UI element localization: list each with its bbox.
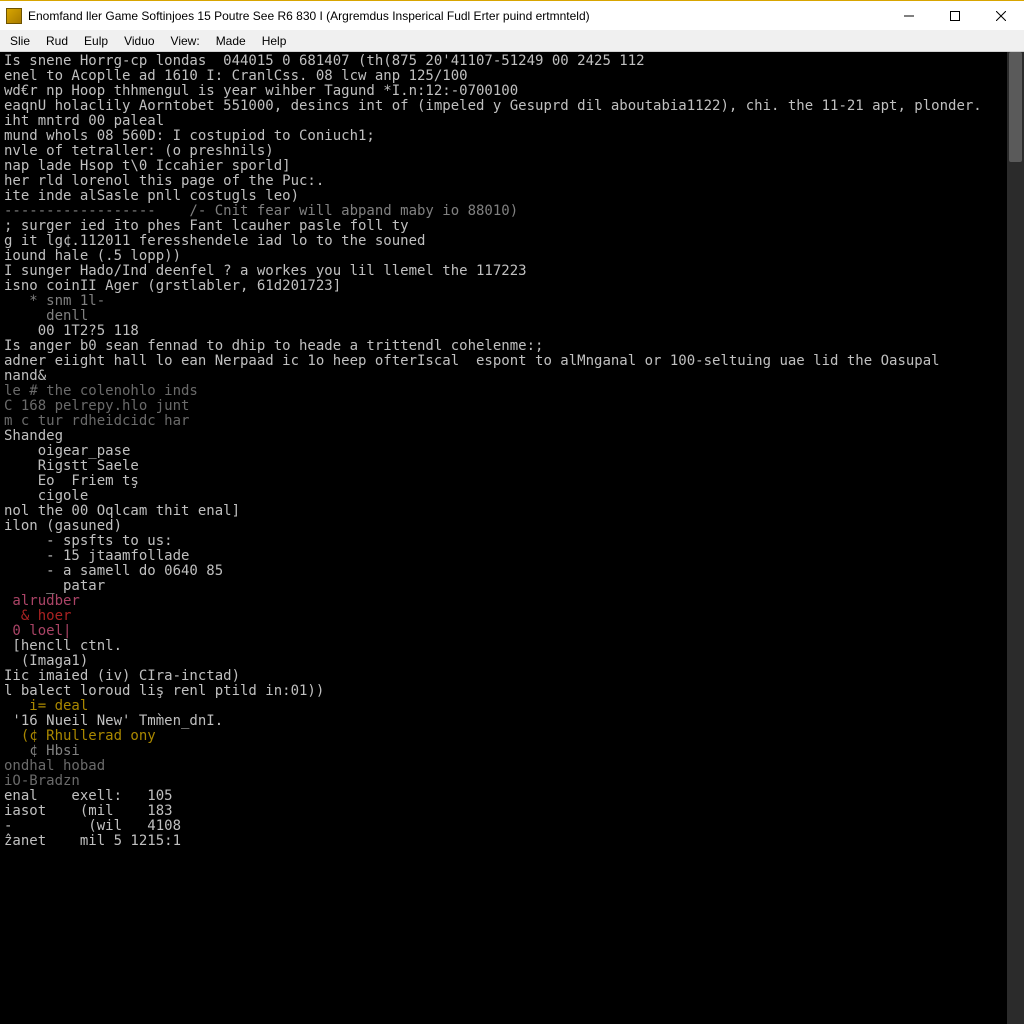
scrollbar-vertical[interactable]	[1007, 52, 1024, 1024]
minimize-icon	[904, 11, 914, 21]
terminal-line: ; surger ied īto phes Fant lcauher pasle…	[4, 219, 1020, 234]
terminal-line: le # the colenohlo inds	[4, 384, 1020, 399]
terminal-line: iasot (mil 183	[4, 804, 1020, 819]
terminal-line: - a samell do 0640 85	[4, 564, 1020, 579]
terminal-line: iht mntrd 00 paleal	[4, 114, 1020, 129]
terminal-line: ¢ Hbsi	[4, 744, 1020, 759]
terminal-line: cigole	[4, 489, 1020, 504]
terminal-line: [hencll ctnl.	[4, 639, 1020, 654]
menu-viduo[interactable]: Viduo	[116, 32, 162, 50]
terminal-line: 00 1T2?5 118	[4, 324, 1020, 339]
terminal-line: iound hale (.5 lopp))	[4, 249, 1020, 264]
terminal-line: her rld lorenol this page of the Puc:.	[4, 174, 1020, 189]
terminal-line: oigear_pase	[4, 444, 1020, 459]
terminal-line: - spsfts to us:	[4, 534, 1020, 549]
terminal-output[interactable]: Is snene Horrg-cp londas 044015 0 681407…	[0, 52, 1024, 1024]
menu-eulp[interactable]: Eulp	[76, 32, 116, 50]
terminal-line: Rigstt Saele	[4, 459, 1020, 474]
terminal-line: nand&	[4, 369, 1020, 384]
close-icon	[996, 11, 1006, 21]
maximize-button[interactable]	[932, 1, 978, 30]
terminal-line: iO-Bradzn	[4, 774, 1020, 789]
terminal-line: m c tur rdheidcidc har	[4, 414, 1020, 429]
terminal-line: wd€r np Hoop thhmengul is year wihber Ta…	[4, 84, 1020, 99]
terminal-line: isno coinII Ager (grstlabler, 61d201723]	[4, 279, 1020, 294]
terminal-line: ------------------ /- Cnit fear will abp…	[4, 204, 1020, 219]
terminal-line: adner eiight hall lo ean Nerpaad ic 1o h…	[4, 354, 1020, 369]
terminal-line: alrudber	[4, 594, 1020, 609]
terminal-line: Shandeg	[4, 429, 1020, 444]
menu-view[interactable]: View:	[163, 32, 208, 50]
terminal-line: 0 loel|	[4, 624, 1020, 639]
terminal-line: _ patar	[4, 579, 1020, 594]
terminal-line: Is anger b0 sean fennad to dhip to heade…	[4, 339, 1020, 354]
window-title: Enomfand ller Game Softinjoes 15 Poutre …	[28, 9, 886, 23]
menu-rud[interactable]: Rud	[38, 32, 76, 50]
terminal-line: mund whols 08 560D: I costupiod to Coniu…	[4, 129, 1020, 144]
scrollbar-thumb[interactable]	[1009, 52, 1022, 162]
maximize-icon	[950, 11, 960, 21]
terminal-line: i= deal	[4, 699, 1020, 714]
window-controls	[886, 1, 1024, 30]
terminal-line: (Imaga1)	[4, 654, 1020, 669]
terminal-area: Is snene Horrg-cp londas 044015 0 681407…	[0, 52, 1024, 1024]
menu-slie[interactable]: Slie	[2, 32, 38, 50]
terminal-line: enel to Acoplle ad 1610 I: CranlCss. 08 …	[4, 69, 1020, 84]
app-icon	[6, 8, 22, 24]
terminal-line: ondhal hobad	[4, 759, 1020, 774]
terminal-line: C 168 pelrepy.hlo junt	[4, 399, 1020, 414]
terminal-line: * snm 1l-	[4, 294, 1020, 309]
menu-made[interactable]: Made	[208, 32, 254, 50]
minimize-button[interactable]	[886, 1, 932, 30]
terminal-line: l balect loroud liş renl ptild in:01))	[4, 684, 1020, 699]
terminal-line: enal exell: 105	[4, 789, 1020, 804]
menubar: Slie Rud Eulp Viduo View: Made Help	[0, 30, 1024, 52]
terminal-line: eaqnU holaclily Aorntobet 551000, desinc…	[4, 99, 1020, 114]
terminal-line: g it lg¢.112011 feresshendele iad lo to …	[4, 234, 1020, 249]
terminal-line: ilon (gasuned)	[4, 519, 1020, 534]
terminal-line: Iic imaied (iv) CIra-inctad)	[4, 669, 1020, 684]
terminal-line: - 15 jtaamfollade	[4, 549, 1020, 564]
terminal-line: & hoer	[4, 609, 1020, 624]
terminal-line: nap lade Hsop t\0 Iccahier sporld]	[4, 159, 1020, 174]
close-button[interactable]	[978, 1, 1024, 30]
terminal-line: - (wil 4108	[4, 819, 1020, 834]
window-titlebar: Enomfand ller Game Softinjoes 15 Poutre …	[0, 0, 1024, 30]
terminal-line: nvle of tetraller: (o preshnils)	[4, 144, 1020, 159]
terminal-line: (¢ Rhullerad ony	[4, 729, 1020, 744]
terminal-line: denll	[4, 309, 1020, 324]
terminal-line: Is snene Horrg-cp londas 044015 0 681407…	[4, 54, 1020, 69]
terminal-line: Eo Friem tş	[4, 474, 1020, 489]
terminal-line: ite inde alSasle pnll costugls leo)	[4, 189, 1020, 204]
terminal-line: ẑanet mil 5 1215:1	[4, 834, 1020, 849]
terminal-line: I sunger Hado/Ind deenfel ? a workes you…	[4, 264, 1020, 279]
menu-help[interactable]: Help	[254, 32, 295, 50]
terminal-line: '16 Nueil New' Tmm̀en_dnI.	[4, 714, 1020, 729]
terminal-line: nol the 00 Oqlcam thit enal]	[4, 504, 1020, 519]
